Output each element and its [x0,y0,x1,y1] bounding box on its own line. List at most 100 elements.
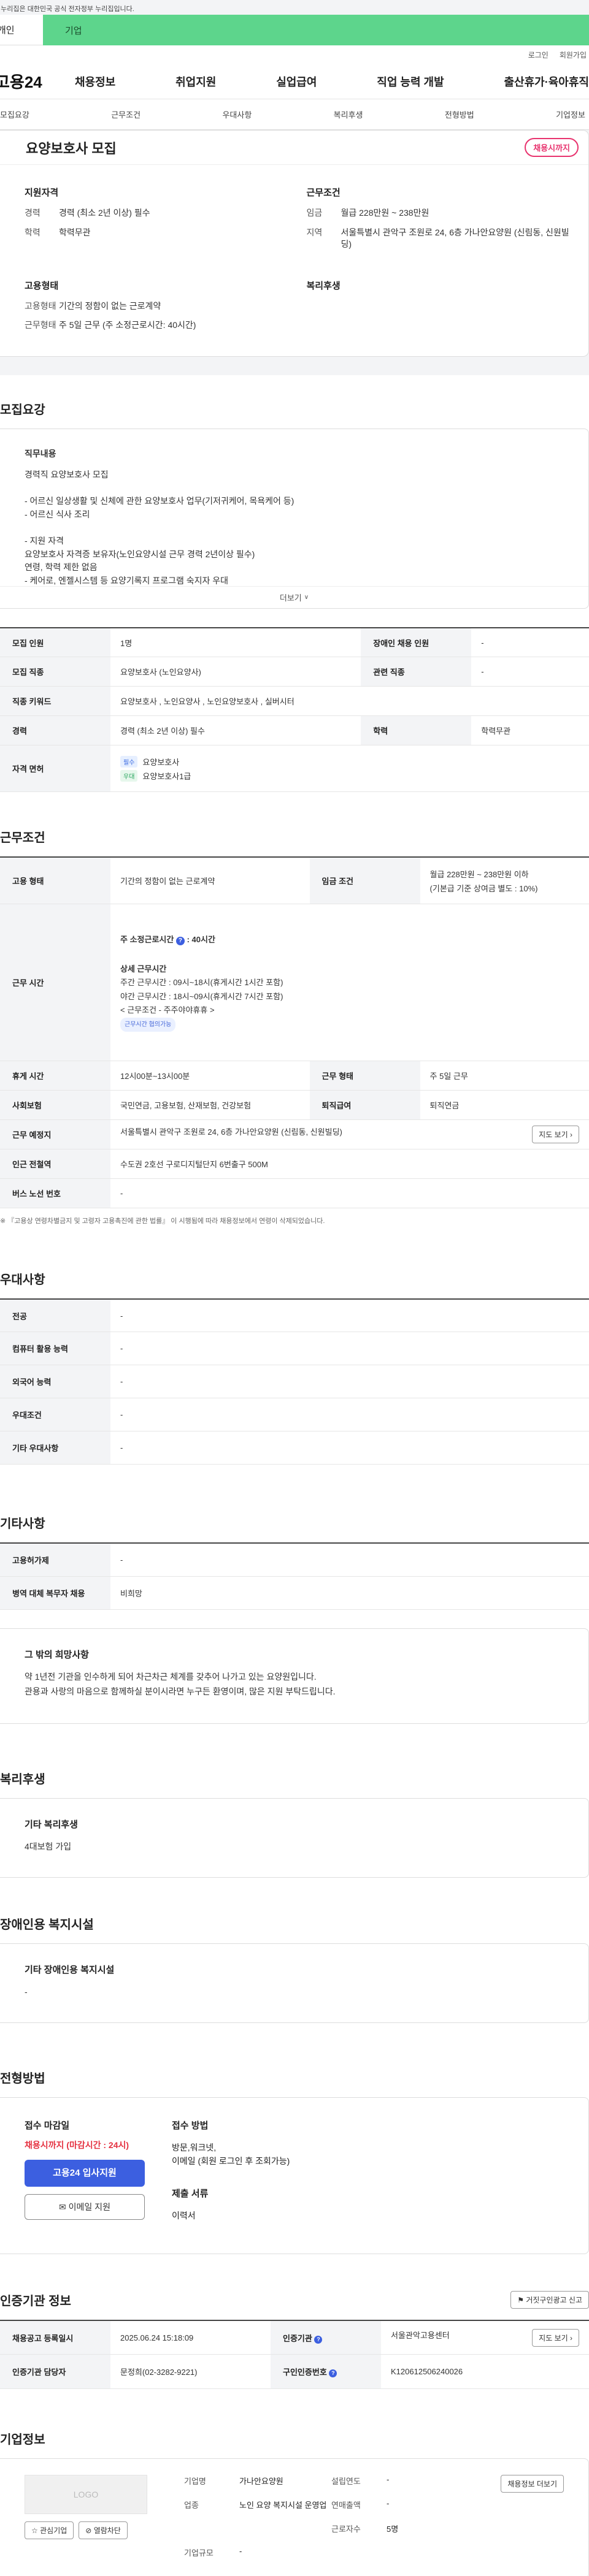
qual-value: 경력 (최소 2년 이상) 필수 [59,208,150,218]
desc-line [25,521,588,535]
facility-box: 기타 장애인용 복지시설 - [0,1943,589,2023]
company-key: 연매출액 [331,2501,361,2510]
cond-key: 지역 [306,227,323,237]
util-links: 로그인 회원가입 [0,45,589,64]
company-key: 업종 [184,2501,199,2510]
cond-block: 근무조건 임금 월급 228만원 ~ 238만원 지역 서울특별시 관악구 조원로 … [307,186,589,258]
rest-value: 12시00분~13시00분 [110,1061,310,1091]
emp-value: 기간의 정함이 없는 근로계약 [59,300,161,311]
company-value [239,2523,331,2538]
summary-area: 요양보호사 모집 채용시까지 지원자격 경력 경력 (최소 2년 이상) 필수 학… [0,130,589,375]
qual-block: 지원자격 경력 경력 (최소 2년 이상) 필수 학력 학력무관 [25,186,307,258]
emp-type-value: 기간의 정함이 없는 근로계약 [110,857,310,904]
signup-link[interactable]: 회원가입 [560,50,587,60]
deadline-badge: 채용시까지 [525,138,579,157]
wish-title: 그 밖의 희망사항 [25,1649,89,1660]
desc-line: - 케어로, 엔젤시스템 등 요양기록지 프로그램 숙지자 우대 [25,576,229,586]
info-icon[interactable]: ? [314,2335,323,2344]
section-nav: 모집요강 근무조건 우대사항 복리후생 전형방법 기업정보 [0,99,589,130]
job-label: 모집 직종 [0,657,110,687]
report-button[interactable]: ⚑ 거짓구인광고 신고 [510,2290,589,2309]
map-button[interactable]: 지도 보기 › [532,1125,579,1143]
gnb-item-unemployment[interactable]: 실업급여 [276,74,317,90]
disabled-label: 장애인 채용 인원 [361,627,472,658]
bus-value: - [110,1178,589,1208]
count-value: 1명 [110,627,361,658]
station-label: 인근 전철역 [0,1149,110,1179]
email-apply-button[interactable]: ✉ 이메일 지원 [25,2193,145,2220]
bus-label: 버스 노선 번호 [0,1178,110,1208]
user-type-tabs: 개인 기업 [0,15,589,45]
subnav-process[interactable]: 전형방법 [445,109,474,120]
info-icon[interactable]: ? [175,937,185,946]
recruit-heading: 모집요강 [0,403,45,417]
company-value: 노인 요양 복지시설 운영업 [239,2501,327,2510]
company-key [184,2523,239,2538]
qual-title: 지원자격 [25,188,59,198]
company-value: 5명 [387,2525,399,2534]
qual-value: 학력무관 [59,227,91,237]
tab-personal[interactable]: 개인 [0,15,43,45]
tab-company[interactable]: 기업 [43,15,589,45]
emp-value: 주 5일 근무 (주 소정근로시간: 40시간) [59,320,196,330]
company-key: 기업규모 [184,2548,214,2558]
desc-line: 경력직 요양보호사 모집 [25,469,109,479]
global-nav: 고용24 채용정보 취업지원 실업급여 직업 능력 개발 출산휴가·육아휴직 [0,64,589,99]
deadline-title: 접수 마감일 [25,2120,70,2131]
block-label: 열람차단 [93,2526,121,2536]
exp-label: 경력 [0,715,110,746]
subnav-company[interactable]: 기업정보 [556,109,585,120]
desc-line: 요양보호사 자격증 보유자(노인요양시설 근무 경력 2년이상 필수) [25,549,255,559]
place-cell: 서울특별시 관악구 조원로 24, 6층 가나안요양원 (신림동, 신원빌딩) … [110,1119,589,1149]
rest-label: 휴게 시간 [0,1061,110,1091]
facility-heading: 장애인용 복지시설 [0,1918,94,1932]
station-value: 수도권 2호선 구로디지털단지 6번출구 500M [110,1149,589,1179]
gnb-item-support[interactable]: 취업지원 [175,74,216,90]
emp-key: 근무형태 [25,320,56,330]
gnb-item-jobs[interactable]: 채용정보 [75,74,115,90]
insurance-value: 국민연금, 고용보험, 산재보험, 건강보험 [110,1090,310,1120]
chevron-right-icon: › [570,2333,572,2342]
method-line: 이메일 (회원 로그인 후 조회가능) [172,2156,290,2166]
retire-value: 퇴직연금 [420,1090,589,1120]
license-cell: 필수 요양보호사 우대 요양보호사1급 [110,745,589,793]
star-icon: ☆ [31,2526,38,2536]
rel-label: 관련 직종 [361,657,472,687]
emp-type-label: 고용 형태 [0,857,110,904]
login-link[interactable]: 로그인 [528,50,549,60]
company-jobs-button[interactable]: 채용정보 더보기 [501,2475,564,2493]
pref-key: 외국어 능력 [0,1365,110,1399]
time-line: < 근무조건 - 주주야야휴휴 > [120,1005,215,1015]
subnav-work[interactable]: 근무조건 [111,109,141,120]
gnb-item-training[interactable]: 직업 능력 개발 [377,74,444,90]
company-heading: 기업정보 [0,2433,45,2447]
form-value: 주 5일 근무 [420,1061,589,1091]
apply-button[interactable]: 고용24 입사지원 [25,2159,145,2187]
block-button[interactable]: ⊘ 열람차단 [79,2521,128,2540]
more-button[interactable]: 더보기 ∨ [0,585,588,608]
keyword-label: 직종 키워드 [0,686,110,717]
flag-icon: ⚑ [517,2295,524,2304]
favorite-button[interactable]: ☆ 관심기업 [25,2521,74,2540]
subnav-pref[interactable]: 우대사항 [222,109,252,120]
subnav-recruit[interactable]: 모집요강 [0,109,29,120]
gnb-item-leave[interactable]: 출산휴가·육아휴직 [504,74,589,90]
qual-key: 경력 [25,208,40,218]
org-map-button[interactable]: 지도 보기 › [532,2328,579,2347]
insurance-label: 사회보험 [0,1090,110,1120]
info-icon[interactable]: ? [329,2369,337,2378]
week-hours-label: 주 소정근로시간 [120,935,174,945]
emp-title: 고용형태 [25,280,59,291]
report-label: 거짓구인광고 신고 [526,2295,582,2304]
subnav-welfare[interactable]: 복리후생 [334,109,363,120]
license-name: 요양보호사1급 [142,771,191,781]
wish-line: 약 1년전 기관을 인수하게 되어 차근차근 체계를 갖추어 나가고 있는 요양… [25,1672,317,1682]
site-logo[interactable]: 고용24 [0,70,75,93]
desc-title: 직무내용 [25,448,56,459]
email-apply-label: 이메일 지원 [68,2201,110,2212]
gov-notice-bar: 이 누리집은 대한민국 공식 전자정부 누리집입니다. [0,0,589,15]
block-icon: ⊘ [85,2526,92,2536]
facility-box-title: 기타 장애인용 복지시설 [25,1964,115,1975]
etc-value: - [110,1543,589,1577]
tab-company-label: 기업 [65,25,82,36]
